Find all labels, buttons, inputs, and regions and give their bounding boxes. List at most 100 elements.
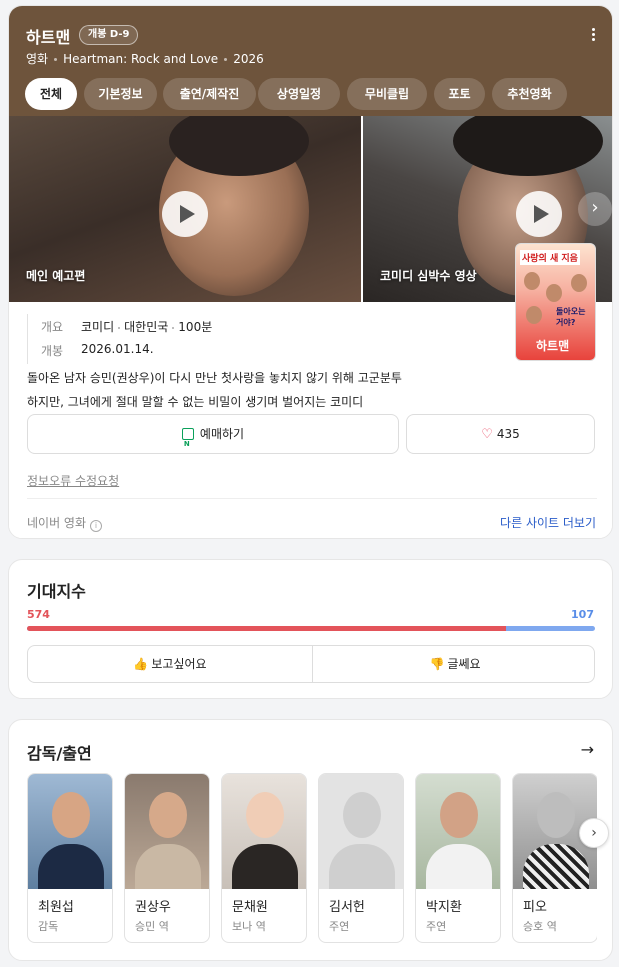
chevron-right-icon[interactable]: ›	[579, 818, 609, 848]
movie-subline: 영화 Heartman: Rock and Love 2026	[26, 50, 264, 67]
video-thumbnail-main-trailer[interactable]: 메인 예고편	[9, 116, 361, 302]
person-name: 문채원	[232, 900, 268, 915]
tab-basic-info[interactable]: 기본정보	[84, 78, 157, 110]
want-to-see-button[interactable]: 👍 보고싶어요	[28, 646, 312, 682]
poster-face	[526, 306, 542, 324]
tab-all[interactable]: 전체	[25, 78, 77, 110]
person-photo	[28, 774, 112, 889]
overview-label: 개요	[41, 320, 64, 334]
want-label: 보고싶어요	[151, 657, 207, 671]
person-name: 박지환	[426, 900, 462, 915]
release-date: 2026.01.14.	[81, 342, 154, 356]
expectation-title: 기대지수	[27, 582, 86, 601]
source-label: 네이버 영화 i	[27, 514, 103, 532]
movie-poster[interactable]: 사랑의 새 지음 돌아오는 거야? 하트맨	[515, 243, 596, 361]
overview-value: 코미디 대한민국 100분	[81, 318, 212, 335]
poster-face	[524, 272, 540, 290]
reserve-button[interactable]: 예매하기	[27, 414, 399, 463]
person-card[interactable]: 피오 승호 역	[512, 773, 597, 943]
report-error-link[interactable]: 정보오류 수정요청	[27, 472, 119, 489]
naver-calendar-icon	[181, 425, 194, 463]
expectation-bar-fill	[27, 626, 506, 631]
arrow-right-icon[interactable]: →	[581, 740, 594, 759]
vote-buttons: 👍 보고싶어요 👎 글쎄요	[27, 645, 595, 683]
poster-face	[571, 274, 587, 292]
head-shape	[246, 792, 284, 838]
body-shape	[426, 844, 492, 889]
like-button[interactable]: ♡ 435	[406, 414, 595, 454]
separator-dot	[118, 326, 121, 329]
expectation-bar	[27, 626, 595, 631]
video-label: 코미디 심박수 영상	[380, 269, 477, 283]
cast-card: 감독/출연 → 최원섭 감독 권상우 승민 역 문채원 보나 역 김서헌 주연 …	[8, 719, 613, 961]
poster-title: 하트맨	[536, 339, 570, 353]
expectation-card: 기대지수 574 107 👍 보고싶어요 👎 글쎄요	[8, 559, 613, 699]
thumbs-up-icon: 👍	[133, 657, 149, 671]
head-shape	[149, 792, 187, 838]
movie-category: 영화	[26, 52, 49, 66]
person-role: 승민 역	[135, 920, 169, 933]
tab-recommended[interactable]: 추천영화	[492, 78, 567, 110]
poster-face	[546, 284, 562, 302]
person-card[interactable]: 문채원 보나 역	[221, 773, 307, 943]
genre[interactable]: 코미디	[81, 320, 114, 334]
body-shape	[232, 844, 298, 889]
body-shape	[38, 844, 104, 889]
separator-dot	[172, 326, 175, 329]
movie-header: 하트맨 개봉 D-9 영화 Heartman: Rock and Love 2026…	[9, 6, 612, 116]
person-role: 주연	[329, 920, 350, 933]
release-countdown-badge: 개봉 D-9	[79, 25, 139, 45]
tab-cast-crew[interactable]: 출연/제작진	[163, 78, 256, 110]
body-shape	[523, 844, 589, 889]
heart-icon: ♡	[481, 427, 493, 442]
synopsis-line: 하지만, 그녀에게 절대 말할 수 없는 비밀이 생기며 벌어지는 코미디	[27, 395, 364, 409]
movie-info-card: 하트맨 개봉 D-9 영화 Heartman: Rock and Love 2026…	[8, 5, 613, 539]
divider	[27, 498, 597, 499]
head-shape	[343, 792, 381, 838]
chevron-right-icon[interactable]: ›	[578, 192, 612, 226]
person-card[interactable]: 권상우 승민 역	[124, 773, 210, 943]
person-photo	[416, 774, 500, 889]
body-shape	[329, 844, 395, 889]
info-icon[interactable]: i	[90, 520, 103, 532]
play-icon[interactable]	[162, 191, 208, 237]
person-name: 최원섭	[38, 900, 74, 915]
runtime: 100분	[178, 320, 213, 334]
divider	[27, 314, 28, 364]
poster-text: 돌아오는 거야?	[556, 307, 586, 327]
country[interactable]: 대한민국	[124, 320, 168, 334]
head-shape	[52, 792, 90, 838]
release-label: 개봉	[41, 344, 64, 358]
cast-list: 최원섭 감독 권상우 승민 역 문채원 보나 역 김서헌 주연 박지환 주연 피…	[27, 773, 597, 943]
poster-text: 사랑의 새 지음	[520, 250, 580, 265]
person-photo	[125, 774, 209, 889]
person-card[interactable]: 박지환 주연	[415, 773, 501, 943]
cast-title: 감독/출연	[27, 744, 92, 763]
person-role: 보나 역	[232, 920, 266, 933]
person-card[interactable]: 최원섭 감독	[27, 773, 113, 943]
movie-english-title: Heartman: Rock and Love	[63, 52, 219, 66]
video-label: 메인 예고편	[26, 269, 86, 283]
tab-showtimes[interactable]: 상영일정	[258, 78, 340, 110]
person-name: 김서헌	[329, 900, 365, 915]
tab-photos[interactable]: 포토	[434, 78, 485, 110]
movie-year: 2026	[233, 52, 264, 66]
body-shape	[135, 844, 201, 889]
separator-dot	[54, 58, 58, 61]
not-sure-button[interactable]: 👎 글쎄요	[313, 646, 597, 682]
want-count: 574	[27, 608, 50, 621]
head-shape	[537, 792, 575, 838]
movie-title[interactable]: 하트맨	[26, 24, 70, 48]
synopsis-line: 돌아온 남자 승민(권상우)이 다시 만난 첫사랑을 놓치지 않기 위해 고군분…	[27, 371, 402, 385]
tab-movie-clips[interactable]: 무비클립	[347, 78, 427, 110]
play-icon[interactable]	[516, 191, 562, 237]
synopsis: 돌아온 남자 승민(권상우)이 다시 만난 첫사랑을 놓치지 않기 위해 고군분…	[27, 366, 507, 414]
person-name: 권상우	[135, 900, 171, 915]
meh-label: 글쎄요	[447, 657, 481, 671]
thumbs-down-icon: 👎	[429, 657, 445, 671]
reserve-label: 예매하기	[199, 427, 245, 441]
more-sites-link[interactable]: 다른 사이트 더보기	[500, 514, 596, 531]
person-card[interactable]: 김서헌 주연	[318, 773, 404, 943]
more-options-icon[interactable]	[587, 26, 599, 46]
person-role: 감독	[38, 920, 59, 933]
